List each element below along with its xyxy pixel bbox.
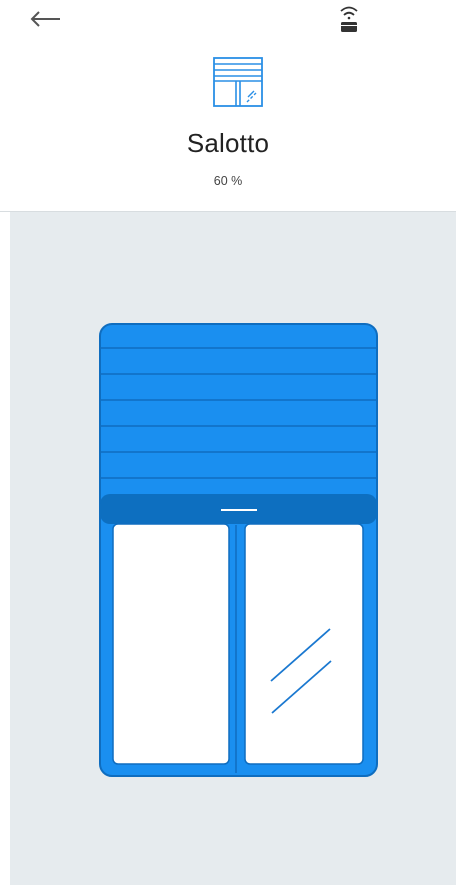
device-header: Salotto 60 % [0, 40, 456, 211]
left-glass-pane [112, 523, 230, 765]
shutter-window-visual[interactable] [99, 323, 379, 779]
back-button[interactable] [22, 4, 70, 34]
shutter-control-area [10, 212, 456, 885]
device-name: Salotto [186, 128, 270, 158]
shutter-position-label: 60 % [213, 174, 243, 188]
top-bar [0, 0, 456, 40]
wireless-gateway-icon [340, 6, 358, 32]
arrow-left-icon [30, 11, 60, 27]
gateway-status-button[interactable] [334, 2, 364, 36]
roller-shutter-window-icon [212, 56, 264, 108]
right-glass-pane [244, 523, 364, 765]
shutter-detail-screen: Salotto 60 % [0, 0, 456, 885]
